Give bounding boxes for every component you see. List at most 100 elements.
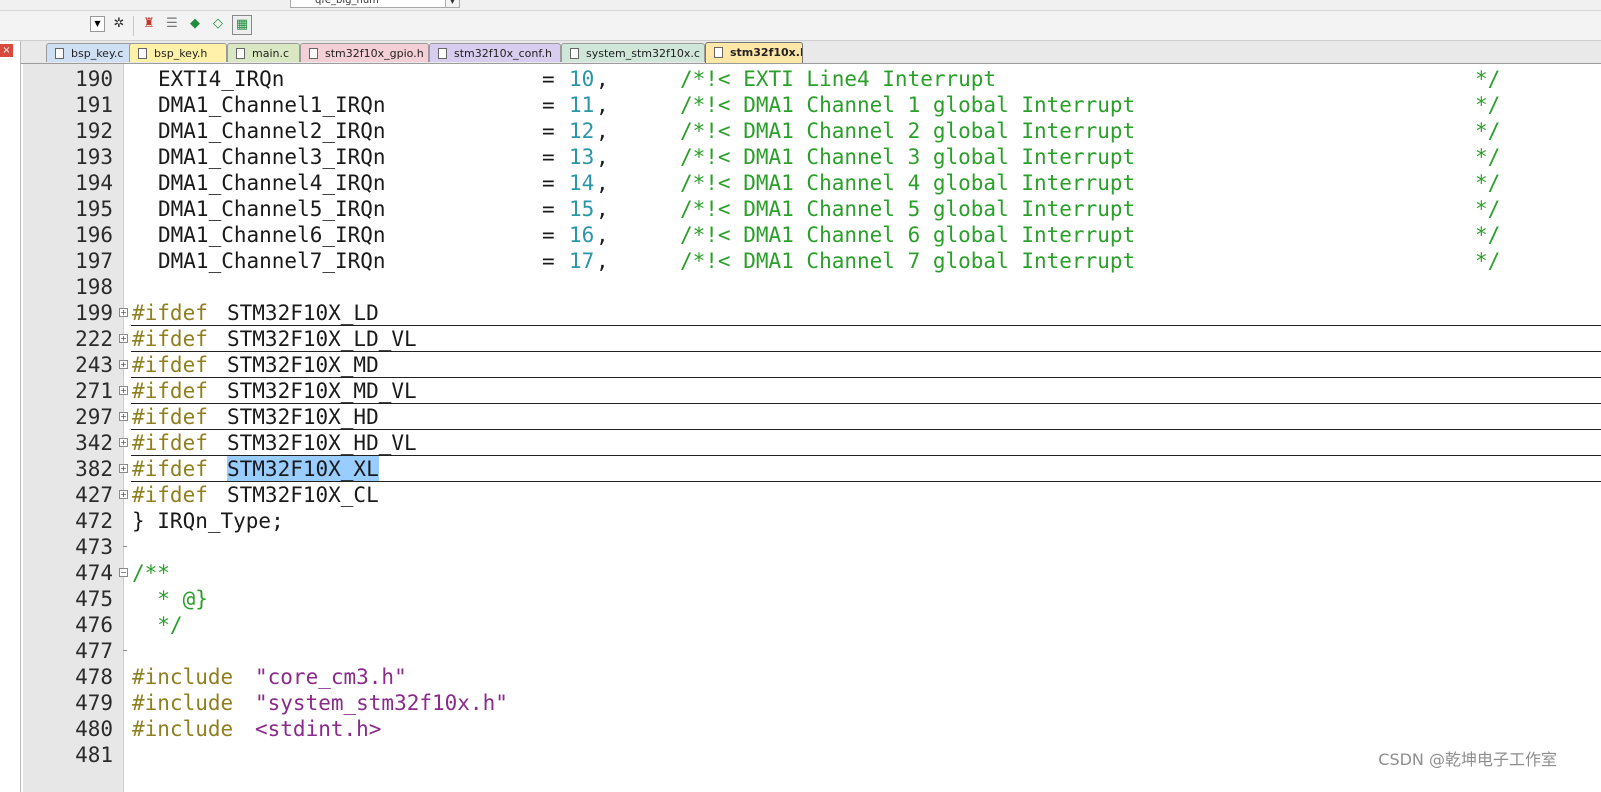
code-line: 196 DMA1_Channel6_IRQn = 16 , /*!< DMA1 … — [23, 222, 1601, 248]
folded-line[interactable]: 271 + #ifdef STM32F10X_MD_VL — [23, 378, 1601, 404]
enum-name: DMA1_Channel3_IRQn — [158, 145, 386, 169]
comment-end: */ — [1475, 93, 1501, 117]
include-directive: #include — [132, 717, 234, 741]
macro-symbol: STM32F10X_CL — [227, 483, 379, 507]
line-number: 199 — [75, 301, 113, 325]
folded-line[interactable]: 427 + #ifdef STM32F10X_CL — [23, 482, 1601, 508]
equals-sign: = — [542, 119, 555, 143]
line-number: 271 — [75, 379, 113, 403]
comment: /*!< DMA1 Channel 1 global Interrupt — [680, 93, 1136, 117]
enum-value: 13 — [569, 145, 595, 169]
code-line: 197 DMA1_Channel7_IRQn = 17 , /*!< DMA1 … — [23, 248, 1601, 274]
line-number: 481 — [75, 743, 113, 767]
line-number: 474 — [75, 561, 113, 585]
line-number: 192 — [75, 119, 113, 143]
tab-label: main.c — [252, 47, 290, 60]
download-icon[interactable]: ◆ — [186, 15, 204, 33]
include-directive: #include — [132, 691, 234, 715]
macro-symbol: STM32F10X_LD_VL — [227, 327, 417, 351]
fold-expand-icon[interactable]: + — [119, 464, 128, 473]
folded-line[interactable]: 382 + #ifdef STM32F10X_XL — [23, 456, 1601, 482]
line-number: 342 — [75, 431, 113, 455]
doc-comment: * @} — [132, 587, 208, 611]
code-text: } IRQn_Type; — [132, 509, 284, 533]
fold-expand-icon[interactable]: + — [119, 334, 128, 343]
folded-line[interactable]: 222 + #ifdef STM32F10X_LD_VL — [23, 326, 1601, 352]
tab-stm32f10x-h[interactable]: stm32f10x.h — [705, 42, 803, 63]
fold-expand-icon[interactable]: + — [119, 386, 128, 395]
fold-collapse-icon[interactable]: − — [119, 568, 128, 577]
line-number: 196 — [75, 223, 113, 247]
code-line: 190 EXTI4_IRQn = 10 , /*!< EXTI Line4 In… — [23, 66, 1601, 92]
close-icon[interactable]: × — [0, 44, 13, 57]
code-editor[interactable]: 190 EXTI4_IRQn = 10 , /*!< EXTI Line4 In… — [23, 64, 1601, 792]
equals-sign: = — [542, 93, 555, 117]
macro-symbol-selected[interactable]: STM32F10X_XL — [227, 456, 379, 482]
line-number: 198 — [75, 275, 113, 299]
comment-end: */ — [1475, 171, 1501, 195]
debug-icon[interactable]: ◇ — [209, 15, 227, 33]
tab-bsp-key-h[interactable]: bsp_key.h — [129, 43, 227, 62]
fold-expand-icon[interactable]: + — [119, 438, 128, 447]
preprocessor-directive: #ifdef — [132, 379, 208, 403]
comma: , — [596, 171, 609, 195]
code-line: 477 — [23, 638, 1601, 664]
rebuild-icon[interactable]: ☰ — [163, 15, 181, 33]
code-line: 195 DMA1_Channel5_IRQn = 15 , /*!< DMA1 … — [23, 196, 1601, 222]
line-number: 427 — [75, 483, 113, 507]
fold-expand-icon[interactable]: + — [119, 308, 128, 317]
folded-line[interactable]: 342 + #ifdef STM32F10X_HD_VL — [23, 430, 1601, 456]
include-file: "core_cm3.h" — [255, 665, 407, 689]
enum-value: 11 — [569, 93, 595, 117]
line-number: 243 — [75, 353, 113, 377]
watermark: CSDN @乾坤电子工作室 — [1378, 750, 1557, 769]
comment: /*!< EXTI Line4 Interrupt — [680, 67, 997, 91]
folded-line[interactable]: 199 + #ifdef STM32F10X_LD — [23, 300, 1601, 326]
code-line: 475 * @} — [23, 586, 1601, 612]
build-icon[interactable]: ♜ — [140, 15, 158, 33]
enum-value: 12 — [569, 119, 595, 143]
comment-end: */ — [1475, 67, 1501, 91]
comma: , — [596, 197, 609, 221]
line-number: 473 — [75, 535, 113, 559]
comment-end: */ — [1475, 223, 1501, 247]
fold-tick — [123, 650, 127, 651]
toolbar-row-top: qfe_big_hum ▼ — [0, 0, 1601, 11]
code-line: 198 — [23, 274, 1601, 300]
manage-icon[interactable]: ▦ — [232, 15, 252, 35]
enum-name: DMA1_Channel5_IRQn — [158, 197, 386, 221]
comment: /*!< DMA1 Channel 4 global Interrupt — [680, 171, 1136, 195]
equals-sign: = — [542, 249, 555, 273]
include-file: "system_stm32f10x.h" — [255, 691, 508, 715]
equals-sign: = — [542, 171, 555, 195]
target-combo[interactable]: qfe_big_hum ▼ — [290, 0, 460, 8]
toolbar: qfe_big_hum ▼ ▼ ✲ ♜ ☰ ◆ ◇ ▦ — [0, 0, 1601, 41]
enum-name: EXTI4_IRQn — [158, 67, 285, 91]
enum-value: 14 — [569, 171, 595, 195]
fold-expand-icon[interactable]: + — [119, 412, 128, 421]
folded-line[interactable]: 297 + #ifdef STM32F10X_HD — [23, 404, 1601, 430]
comma: , — [596, 145, 609, 169]
preprocessor-directive: #ifdef — [132, 431, 208, 455]
chevron-down-icon[interactable]: ▼ — [445, 0, 459, 7]
dropdown-icon[interactable]: ▼ — [90, 16, 105, 32]
line-number: 297 — [75, 405, 113, 429]
comment: /*!< DMA1 Channel 6 global Interrupt — [680, 223, 1136, 247]
fold-expand-icon[interactable]: + — [119, 360, 128, 369]
tab-system-stm32f10x-c[interactable]: system_stm32f10x.c — [561, 43, 705, 62]
line-number: 476 — [75, 613, 113, 637]
options-icon[interactable]: ✲ — [110, 15, 128, 33]
folded-line[interactable]: 243 + #ifdef STM32F10X_MD — [23, 352, 1601, 378]
line-number: 190 — [75, 67, 113, 91]
enum-name: DMA1_Channel7_IRQn — [158, 249, 386, 273]
macro-symbol: STM32F10X_MD_VL — [227, 379, 417, 403]
tab-main-c[interactable]: main.c — [227, 43, 300, 62]
tab-stm32f10x-conf-h[interactable]: stm32f10x_conf.h — [429, 43, 561, 62]
macro-symbol: STM32F10X_HD — [227, 405, 379, 429]
equals-sign: = — [542, 197, 555, 221]
fold-expand-icon[interactable]: + — [119, 490, 128, 499]
tab-stm32f10x-gpio-h[interactable]: stm32f10x_gpio.h — [300, 43, 429, 62]
line-number: 480 — [75, 717, 113, 741]
comment: /*!< DMA1 Channel 2 global Interrupt — [680, 119, 1136, 143]
line-number: 193 — [75, 145, 113, 169]
